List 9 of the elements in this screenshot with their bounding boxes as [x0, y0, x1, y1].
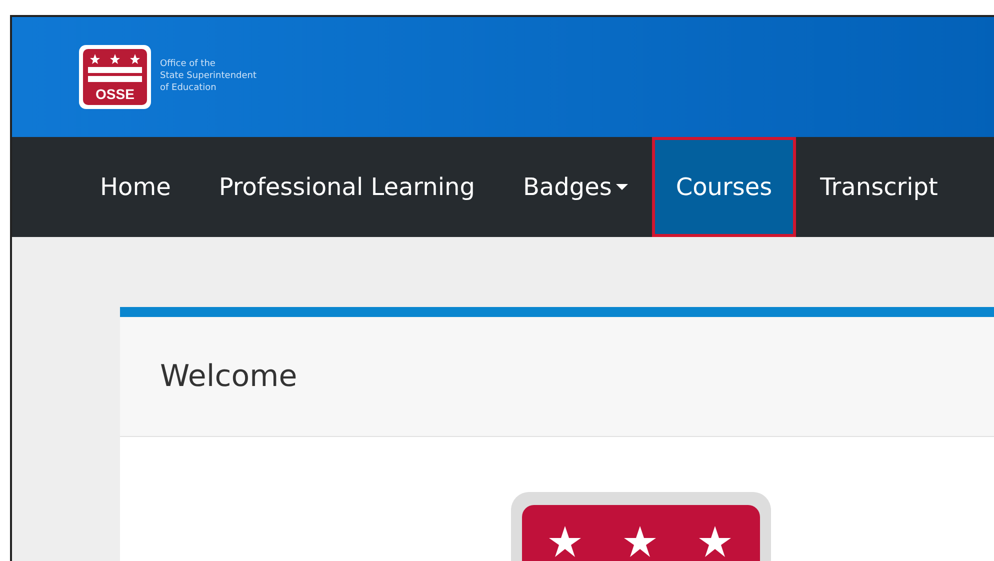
nav-tab[interactable]: Professional Learning: [194, 137, 499, 237]
nav-tab[interactable]: Transcript: [796, 137, 962, 237]
logo-text: OSSE: [96, 86, 134, 102]
nav-tab[interactable]: Badges: [498, 137, 652, 237]
card-title: Welcome: [120, 317, 994, 437]
nav-tab[interactable]: Courses: [652, 137, 796, 237]
logo-drawing: [79, 45, 151, 109]
nav-tab[interactable]: Home: [76, 137, 195, 237]
organization-name: Office of the State Superintendent of Education: [160, 59, 257, 95]
